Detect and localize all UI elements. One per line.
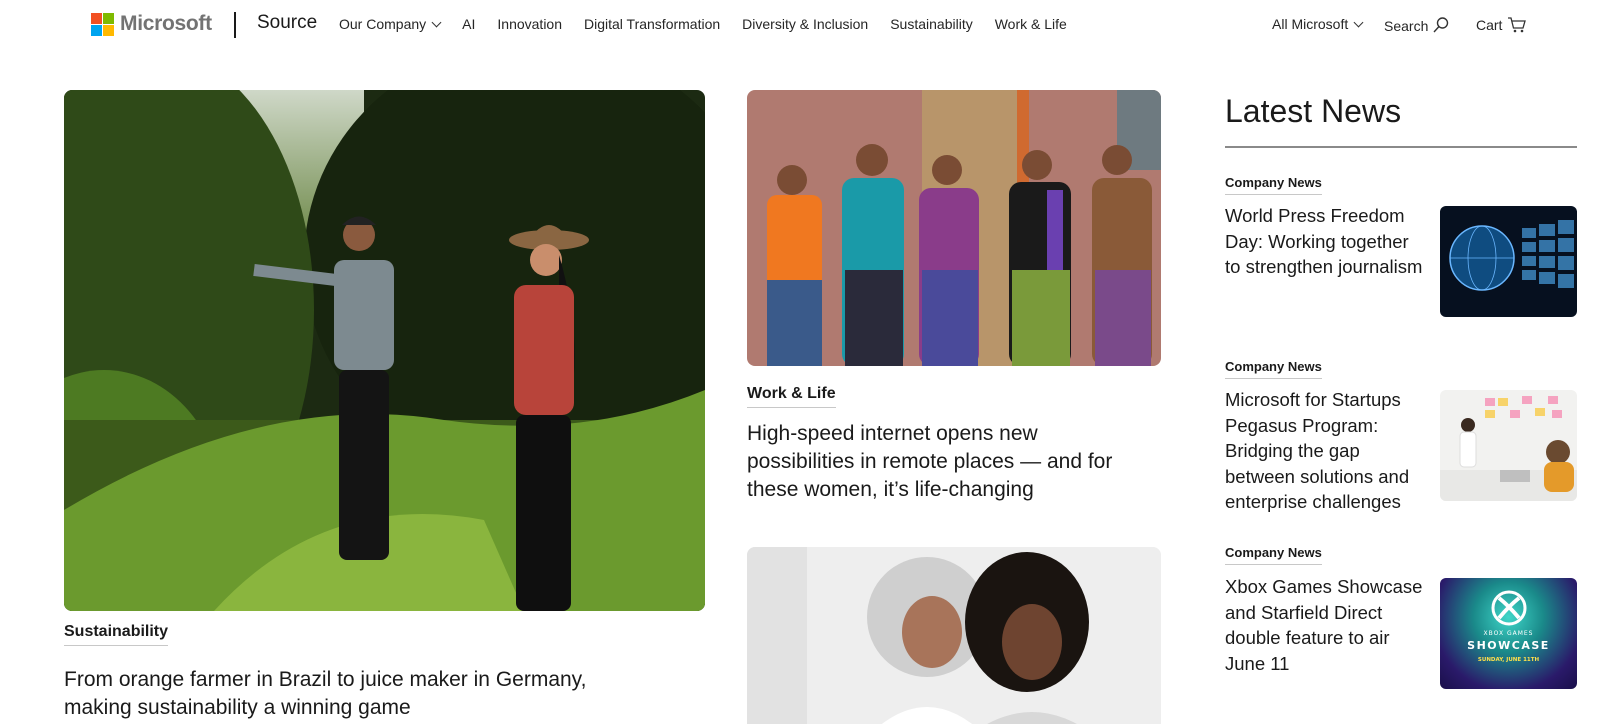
search-icon <box>1433 17 1449 33</box>
search-label: Search <box>1384 18 1429 34</box>
news-item-headline[interactable]: Microsoft for Startups Pegasus Program: … <box>1225 387 1425 515</box>
search-button[interactable]: Search <box>1384 16 1450 34</box>
cart-icon <box>1508 17 1527 33</box>
all-microsoft-menu[interactable]: All Microsoft <box>1272 16 1364 32</box>
news-item-thumbnail[interactable] <box>1440 390 1577 501</box>
news-item-category[interactable]: Company News <box>1225 175 1322 195</box>
news-item-category[interactable]: Company News <box>1225 359 1322 379</box>
cart-label: Cart <box>1476 17 1503 33</box>
news-item-headline[interactable]: World Press Freedom Day: Working togethe… <box>1225 203 1425 280</box>
nav-sustainability[interactable]: Sustainability <box>890 16 973 32</box>
news-item-category[interactable]: Company News <box>1225 545 1322 565</box>
news-item-thumbnail[interactable] <box>1440 206 1577 317</box>
nav-work-life[interactable]: Work & Life <box>995 16 1067 32</box>
microsoft-logo-icon <box>91 12 114 36</box>
middle-article-category[interactable]: Work & Life <box>747 385 836 408</box>
nav-label: Our Company <box>339 16 427 32</box>
nav-innovation[interactable]: Innovation <box>497 16 562 32</box>
nav-label: Innovation <box>497 16 562 32</box>
site-title[interactable]: Source <box>257 12 317 34</box>
nav-label: AI <box>462 16 476 32</box>
featured-article-category[interactable]: Sustainability <box>64 623 169 646</box>
news-item-thumbnail[interactable]: XBOX GAMES SHOWCASE SUNDAY, JUNE 11TH <box>1440 578 1577 689</box>
secondary-article-image[interactable] <box>747 547 1161 724</box>
nav-label: Work & Life <box>994 16 1067 32</box>
xbox-thumb-line1: XBOX GAMES <box>1483 630 1534 637</box>
nav-ai[interactable]: AI <box>462 16 475 32</box>
cart-button[interactable]: Cart <box>1476 16 1527 34</box>
main-nav: Our Company AI Innovation Digital Transf… <box>339 16 1089 32</box>
header-divider <box>234 12 236 38</box>
xbox-thumb-line3: SUNDAY, JUNE 11TH <box>1477 657 1540 663</box>
nav-label: Diversity & Inclusion <box>742 16 869 32</box>
xbox-thumb-line2: SHOWCASE <box>1467 639 1550 652</box>
all-microsoft-label: All Microsoft <box>1272 16 1349 32</box>
latest-news-rule <box>1225 146 1577 148</box>
middle-article-image[interactable] <box>747 90 1161 366</box>
chevron-down-icon <box>1353 17 1364 28</box>
middle-article-headline[interactable]: High-speed internet opens new possibilit… <box>747 420 1147 504</box>
chevron-down-icon <box>431 17 442 28</box>
xbox-icon <box>1491 590 1527 626</box>
nav-diversity-inclusion[interactable]: Diversity & Inclusion <box>742 16 868 32</box>
latest-news-title: Latest News <box>1225 93 1402 129</box>
featured-article-headline[interactable]: From orange farmer in Brazil to juice ma… <box>64 666 624 722</box>
nav-digital-transformation[interactable]: Digital Transformation <box>584 16 720 32</box>
microsoft-logo[interactable]: Microsoft <box>91 12 212 36</box>
featured-article-image[interactable] <box>64 90 705 611</box>
nav-our-company[interactable]: Our Company <box>339 16 442 32</box>
news-item-headline[interactable]: Xbox Games Showcase and Starfield Direct… <box>1225 574 1425 676</box>
nav-label: Sustainability <box>890 16 973 32</box>
nav-label: Digital Transformation <box>584 16 721 32</box>
site-header: Microsoft Source Our Company AI Innovati… <box>0 0 1600 50</box>
logo-text: Microsoft <box>120 12 212 35</box>
